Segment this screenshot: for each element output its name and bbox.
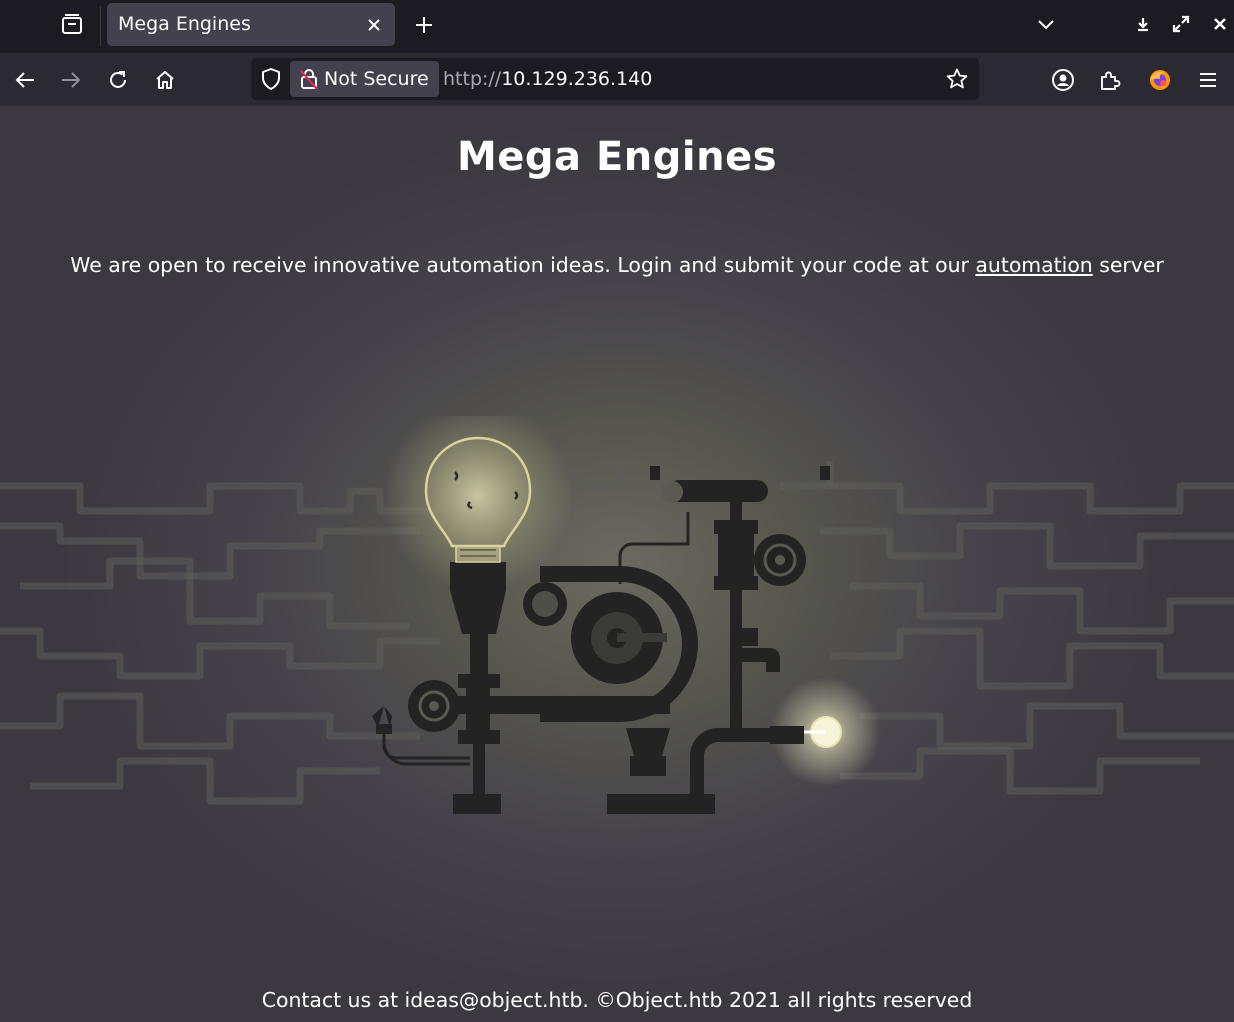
url-scheme: http:// <box>443 68 502 90</box>
maximize-icon[interactable] <box>1168 10 1194 38</box>
shield-icon[interactable] <box>259 67 283 91</box>
page-title: Mega Engines <box>456 134 778 180</box>
chevron-down-icon[interactable] <box>1030 8 1062 40</box>
close-icon[interactable] <box>1207 10 1233 38</box>
home-icon[interactable] <box>148 63 182 97</box>
tab-divider <box>100 6 101 46</box>
minimize-icon[interactable] <box>1130 10 1156 38</box>
tab-mega-engines[interactable]: Mega Engines <box>107 3 395 46</box>
security-label: Not Secure <box>324 68 429 90</box>
intro-text-end: server <box>1092 253 1164 277</box>
plus-icon[interactable] <box>408 9 440 41</box>
lock-broken-icon <box>300 68 318 90</box>
reload-icon[interactable] <box>101 63 135 97</box>
tab-title: Mega Engines <box>118 13 251 35</box>
close-icon[interactable] <box>363 14 385 36</box>
star-icon[interactable] <box>945 67 969 91</box>
footer-text: Contact us at ideas@object.htb. ©Object.… <box>261 988 973 1012</box>
not-secure-badge[interactable]: Not Secure <box>290 61 439 97</box>
firefox-icon[interactable] <box>1143 63 1177 97</box>
arrow-right-icon[interactable] <box>54 63 88 97</box>
machine-illustration <box>0 416 1234 814</box>
navigation-toolbar: Not Secure http://10.129.236.140 <box>0 53 1234 106</box>
tab-strip: Mega Engines <box>0 0 1234 53</box>
page-content: Mega Engines We are open to receive inno… <box>0 106 1234 1022</box>
intro-text-start: We are open to receive innovative automa… <box>70 253 976 277</box>
intro-text: We are open to receive innovative automa… <box>0 253 1234 277</box>
automation-link[interactable]: automation <box>975 253 1092 277</box>
account-icon[interactable] <box>1047 63 1079 97</box>
tab-list-icon[interactable] <box>56 8 88 40</box>
url-text[interactable]: http://10.129.236.140 <box>443 58 652 100</box>
url-host: 10.129.236.140 <box>501 68 653 90</box>
arrow-left-icon[interactable] <box>8 63 42 97</box>
url-bar[interactable]: Not Secure http://10.129.236.140 <box>251 58 979 100</box>
puzzle-icon[interactable] <box>1094 63 1126 97</box>
hamburger-icon[interactable] <box>1192 63 1224 97</box>
